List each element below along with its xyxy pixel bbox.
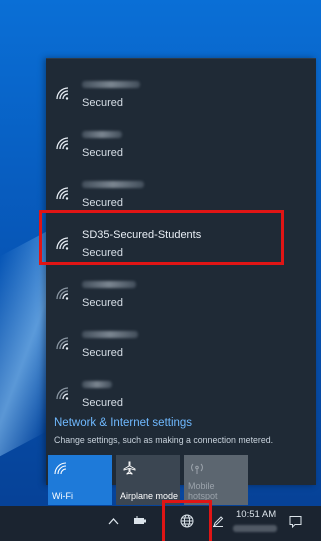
pen-icon[interactable] bbox=[212, 515, 224, 527]
network-status: Secured bbox=[82, 297, 123, 309]
notification-icon[interactable] bbox=[289, 515, 302, 528]
wifi-icon bbox=[54, 462, 67, 475]
network-name-redacted bbox=[82, 81, 140, 88]
airplane-mode-tile[interactable]: Airplane mode bbox=[116, 455, 180, 505]
network-status: Secured bbox=[82, 397, 123, 409]
battery-icon[interactable] bbox=[133, 516, 147, 526]
network-name-redacted bbox=[82, 281, 136, 288]
network-status: Secured bbox=[82, 347, 123, 359]
wifi-signal-weak-icon bbox=[56, 387, 69, 400]
highlight-box-selected-network bbox=[39, 210, 284, 265]
chevron-up-icon[interactable] bbox=[108, 517, 119, 525]
network-name-redacted bbox=[82, 181, 144, 188]
network-item[interactable]: Secured bbox=[46, 271, 316, 321]
wifi-signal-icon bbox=[56, 137, 69, 150]
mobile-hotspot-icon bbox=[191, 463, 203, 474]
wifi-signal-weak-icon bbox=[56, 287, 69, 300]
wifi-signal-icon bbox=[56, 87, 69, 100]
clock-time[interactable]: 10:51 AM bbox=[236, 509, 276, 520]
airplane-icon bbox=[123, 461, 136, 475]
network-settings-description: Change settings, such as making a connec… bbox=[54, 435, 274, 445]
network-name-redacted bbox=[82, 381, 112, 388]
network-item[interactable]: Secured bbox=[46, 371, 316, 421]
mobile-hotspot-tile-label: Mobile hotspot bbox=[188, 481, 218, 501]
network-status: Secured bbox=[82, 197, 123, 209]
network-status: Secured bbox=[82, 147, 123, 159]
wifi-signal-weak-icon bbox=[56, 337, 69, 350]
highlight-box-network-icon bbox=[162, 500, 212, 541]
mobile-hotspot-tile[interactable]: Mobile hotspot bbox=[184, 455, 248, 505]
network-name-redacted bbox=[82, 131, 122, 138]
network-item[interactable]: Secured bbox=[46, 121, 316, 171]
clock-date-redacted bbox=[233, 525, 277, 532]
network-internet-settings-link[interactable]: Network & Internet settings bbox=[54, 417, 192, 429]
network-status: Secured bbox=[82, 97, 123, 109]
network-flyout: Secured Secured Secured SD35-Secured-Stu… bbox=[46, 58, 316, 505]
wifi-tile-label: Wi-Fi bbox=[52, 490, 73, 501]
network-item[interactable]: Secured bbox=[46, 321, 316, 371]
wifi-toggle-tile[interactable]: Wi-Fi bbox=[48, 455, 112, 505]
wifi-signal-icon bbox=[56, 187, 69, 200]
network-item[interactable]: Secured bbox=[46, 71, 316, 121]
taskbar: 10:51 AM bbox=[0, 506, 321, 541]
network-name-redacted bbox=[82, 331, 138, 338]
